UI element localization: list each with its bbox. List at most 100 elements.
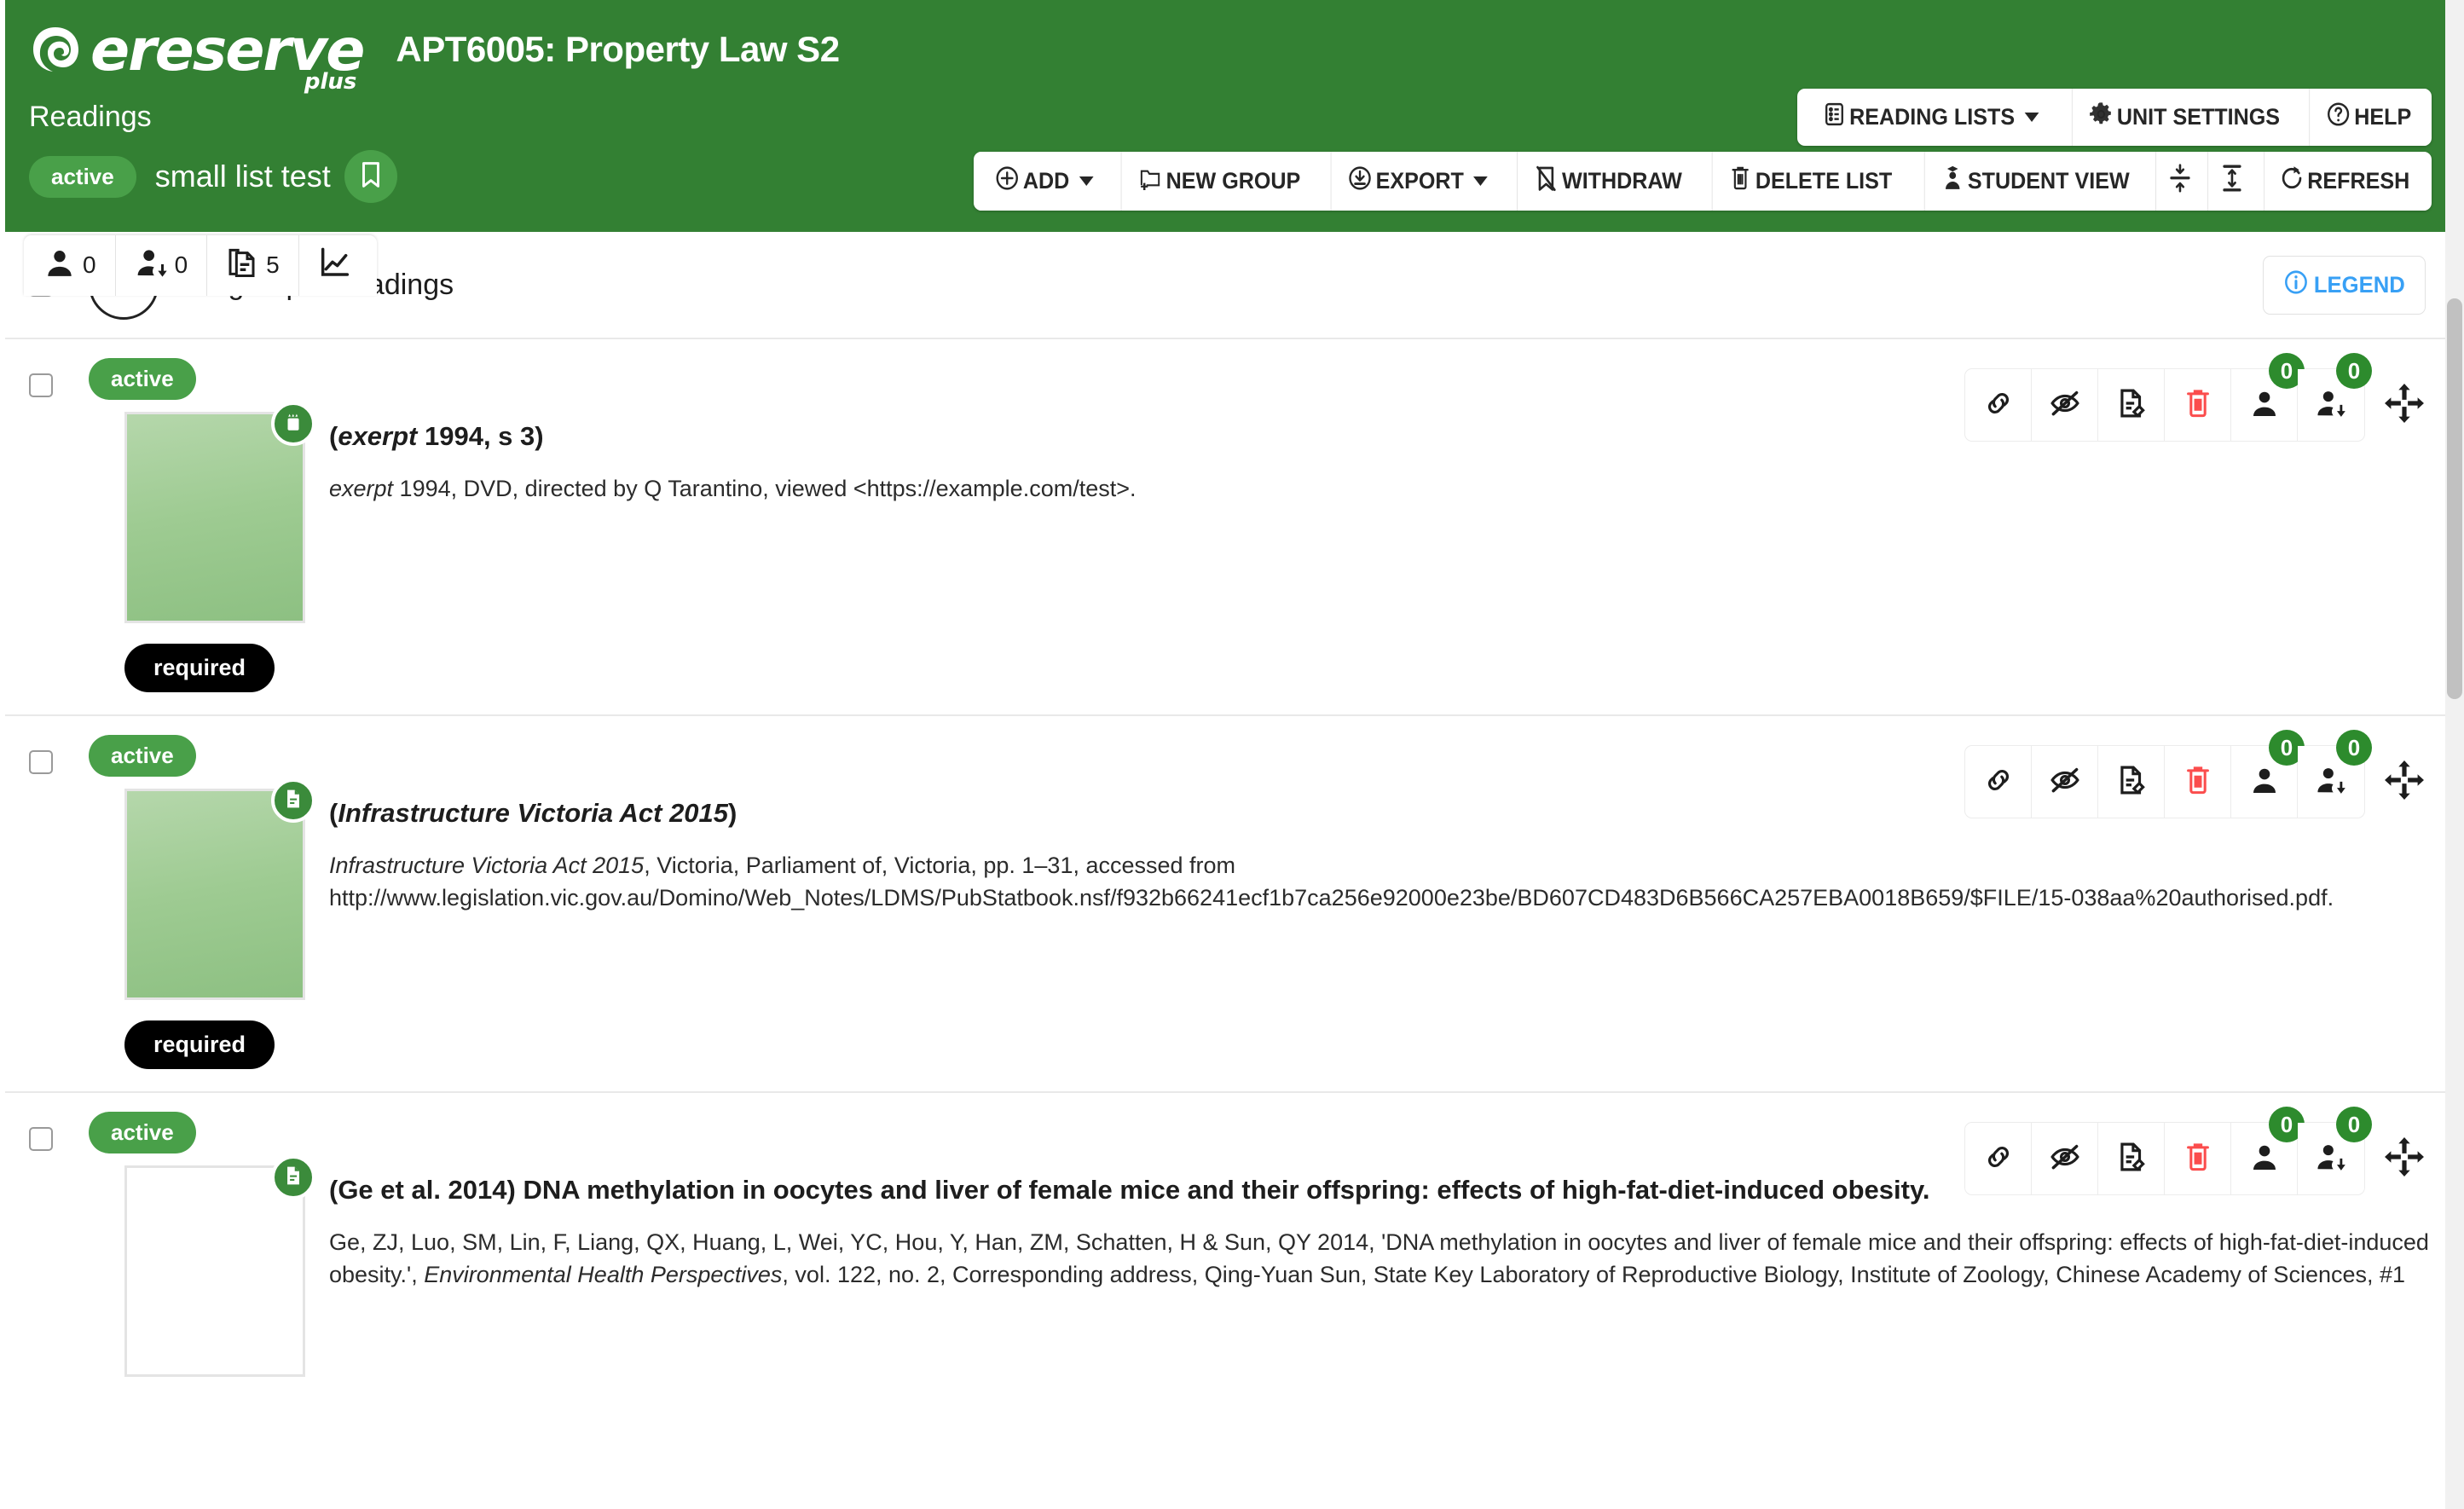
title-rest: (Ge et al. 2014) DNA methylation in oocy… [329,1175,1930,1205]
refresh-button[interactable]: REFRESH [2264,152,2426,211]
readings-count: 5 [266,251,280,278]
chart-line-icon [318,246,352,284]
link-icon [1982,1141,2015,1177]
document-edit-icon [2115,1141,2148,1177]
citation-part-italic: Environmental Health Perspectives [424,1262,783,1288]
title-italic: exerpt [338,421,418,451]
status-badge: active [89,1112,196,1153]
sidebar-item-student-downloads[interactable]: 0 [115,235,208,296]
copy-link-action[interactable] [1965,746,2032,818]
reading-thumbnail[interactable] [124,789,305,1000]
user-icon [2248,1141,2281,1177]
title-rest: 1994, s 3) [417,421,544,451]
reading-thumbnail[interactable] [124,412,305,623]
delete-reading-action[interactable] [2165,369,2231,441]
help-label: HELP [2354,103,2412,130]
chevron-down-icon [1473,176,1488,186]
export-label: EXPORT [1375,168,1464,194]
folder-plus-icon [1138,165,1164,198]
reading-action-group: 0 0 [1964,1107,2372,1195]
brand-logo[interactable]: ereserve plus [29,22,365,95]
trash-icon [1729,165,1753,198]
copy-link-action[interactable] [1965,1123,2032,1194]
reading-item: active [0,339,2464,716]
sidebar-item-analytics[interactable] [298,235,377,296]
user-icon [43,246,77,284]
user-download-icon [2315,1141,2347,1177]
copy-link-action[interactable] [1965,369,2032,441]
delete-list-button[interactable]: DELETE LIST [1712,152,1909,211]
refresh-icon [2281,165,2305,198]
scrollbar-thumb[interactable] [2447,298,2462,699]
legend-button[interactable]: LEGEND [2263,255,2426,315]
bookmark-list-button[interactable] [344,150,397,203]
downloads-badge: 0 [2336,1107,2372,1142]
withdraw-button[interactable]: WITHDRAW [1516,152,1698,211]
add-button[interactable]: ADD [978,152,1109,211]
citation-part-italic: exerpt [329,475,394,501]
reading-lists-label: READING LISTS [1849,103,2016,130]
reading-thumbnail-wrap[interactable] [124,778,315,1000]
readings-list-area: Ungrouped readings LEGEND active [0,232,2464,1443]
reading-thumbnail[interactable] [124,1165,305,1377]
expand-all-button[interactable] [2207,152,2256,211]
list-name: small list test [154,159,331,194]
hide-action[interactable] [2032,746,2098,818]
move-reading-handle[interactable] [2379,1133,2430,1184]
sidebar-item-readings-count[interactable]: 5 [207,235,299,296]
help-button[interactable]: HELP [2309,88,2427,146]
unit-settings-button[interactable]: UNIT SETTINGS [2072,88,2297,146]
reading-item: active [0,716,2464,1093]
hide-action[interactable] [2032,1123,2098,1194]
edit-citation-action[interactable] [2098,1123,2165,1194]
reading-citation: exerpt 1994, DVD, directed by Q Tarantin… [329,472,2430,505]
gear-icon [2089,101,2114,134]
downloads-action[interactable]: 0 [2298,353,2372,441]
chevron-down-icon [1079,176,1094,186]
move-reading-handle[interactable] [2379,756,2430,807]
info-circle-icon [2283,269,2309,302]
new-group-button[interactable]: NEW GROUP [1121,152,1317,211]
document-edit-icon [2115,764,2148,801]
move-arrows-icon [2382,1135,2426,1183]
reading-body: (Ge et al. 2014) DNA methylation in oocy… [29,1155,2430,1377]
reading-select-checkbox[interactable] [29,373,53,397]
reading-action-group: 0 0 [1964,730,2372,818]
reading-thumbnail-wrap[interactable] [124,402,315,623]
views-action[interactable]: 0 [2231,1107,2305,1194]
reading-citation: Infrastructure Victoria Act 2015, Victor… [329,849,2430,915]
reading-select-checkbox[interactable] [29,1127,53,1151]
delete-reading-action[interactable] [2165,746,2231,818]
withdraw-label: WITHDRAW [1561,168,1682,194]
reading-lists-button[interactable]: READING LISTS [1806,88,2055,146]
move-reading-handle[interactable] [2379,379,2430,431]
hide-action[interactable] [2032,369,2098,441]
reading-body: (exerpt 1994, s 3) exerpt 1994, DVD, dir… [29,402,2430,623]
student-view-button[interactable]: STUDENT VIEW [1923,152,2146,211]
export-button[interactable]: EXPORT [1330,152,1504,211]
downloads-badge: 0 [2336,353,2372,389]
eye-slash-icon [2049,764,2081,801]
collapse-all-button[interactable] [2155,152,2204,211]
delete-reading-action[interactable] [2165,1123,2231,1194]
edit-citation-action[interactable] [2098,746,2165,818]
title-italic: Infrastructure Victoria Act 2015 [338,798,729,828]
requirement-badge: required [124,644,275,692]
views-action[interactable]: 0 [2231,730,2305,818]
reading-select-checkbox[interactable] [29,750,53,774]
title-prefix: ( [329,421,338,451]
section-label: Readings [29,100,152,133]
edit-citation-action[interactable] [2098,369,2165,441]
views-action[interactable]: 0 [2231,353,2305,441]
user-download-icon [2315,387,2347,424]
download-circle-icon [1347,165,1373,198]
unit-settings-label: UNIT SETTINGS [2117,103,2281,130]
page-left-edge [0,0,5,1509]
downloads-action[interactable]: 0 [2298,1107,2372,1194]
reading-thumbnail-wrap[interactable] [124,1155,315,1377]
refresh-label: REFRESH [2307,168,2410,194]
vertical-scrollbar[interactable] [2445,0,2464,1509]
sidebar-item-enrolled-students[interactable]: 0 [24,235,116,296]
requirement-badge: required [124,1020,275,1069]
downloads-action[interactable]: 0 [2298,730,2372,818]
